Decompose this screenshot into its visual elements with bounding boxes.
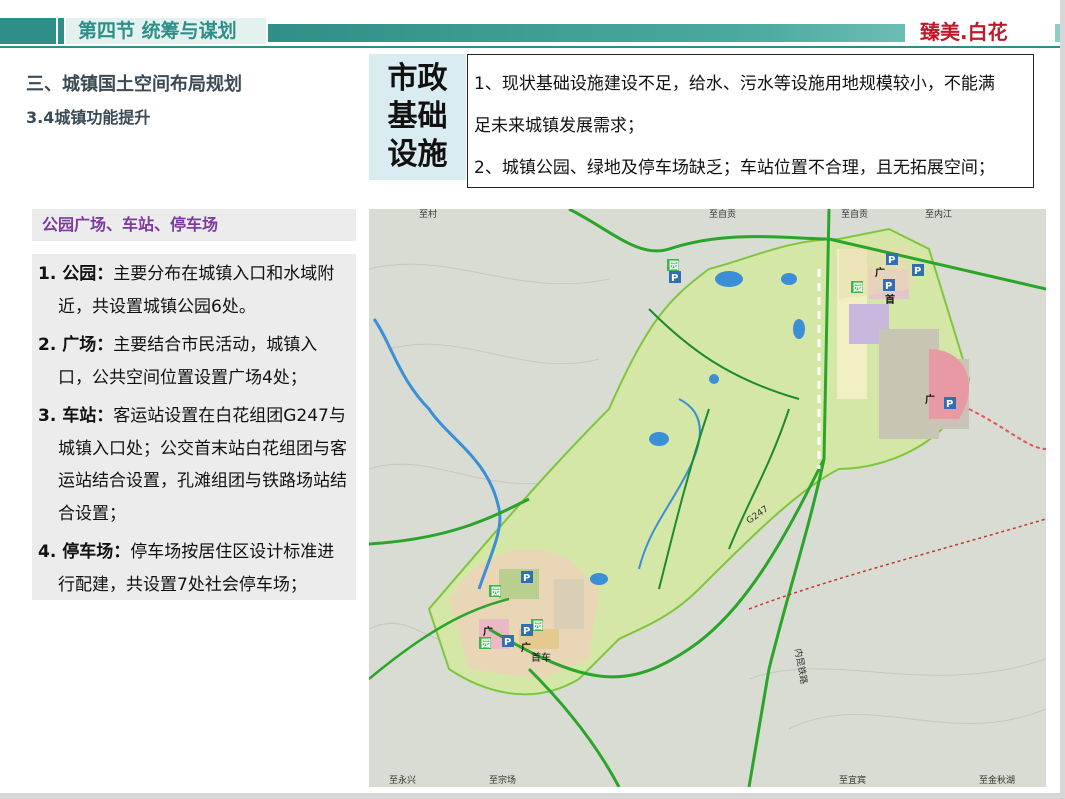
list-item-station: 3. 车站：客运站设置在白花组团G247与城镇入口处；公交首末站白花组团与客运站… bbox=[38, 400, 350, 530]
list-item-head: 1. 公园： bbox=[38, 264, 114, 284]
park-marker: 园 bbox=[851, 281, 863, 294]
plaza-marker: 广 bbox=[483, 625, 493, 638]
parking-marker: P bbox=[883, 279, 895, 292]
land-use-map: 至村 至自贡 至自贡 至内江 G247 内昆铁路 至永兴 至宗场 至宜宾 至金秋… bbox=[369, 209, 1046, 787]
infrastructure-line: 2、城镇公园、绿地及停车场缺乏；车站位置不合理，且无拓展空间； bbox=[474, 158, 995, 178]
header-divider bbox=[0, 46, 1065, 48]
parking-marker: P bbox=[912, 264, 924, 277]
right-edge-strip bbox=[1060, 0, 1065, 799]
svg-text:广: 广 bbox=[925, 393, 935, 406]
parking-marker: P bbox=[886, 253, 898, 266]
parking-marker: P bbox=[521, 571, 533, 584]
svg-text:首车: 首车 bbox=[531, 651, 551, 664]
header-accent-stripe bbox=[58, 18, 64, 44]
svg-text:园: 园 bbox=[669, 260, 679, 272]
list-item-park: 1. 公园：主要分布在城镇入口和水域附近，共设置城镇公园6处。 bbox=[38, 258, 350, 323]
plaza-marker: 广 bbox=[925, 393, 935, 406]
section-subtitle: 3.4城镇功能提升 bbox=[26, 108, 151, 127]
infrastructure-label: 市政 基础 设施 bbox=[369, 54, 466, 180]
map-label-to-yongxing: 至永兴 bbox=[389, 774, 416, 786]
plaza-marker: 广 bbox=[521, 641, 531, 654]
parking-marker: P bbox=[669, 271, 681, 284]
map-label-to-jinqiuhu: 至金秋湖 bbox=[979, 774, 1015, 786]
map-label-north-village: 至村 bbox=[419, 209, 437, 220]
svg-text:园: 园 bbox=[491, 586, 501, 598]
svg-text:P: P bbox=[523, 626, 530, 637]
map-label-to-yibin: 至宜宾 bbox=[839, 774, 866, 786]
parking-marker: P bbox=[502, 635, 514, 648]
brand-logo-text: 臻美.白花 bbox=[920, 20, 1008, 44]
terminal-marker: 首 bbox=[885, 293, 895, 306]
list-item-plaza: 2. 广场：主要结合市民活动，城镇入口，公共空间位置设置广场4处； bbox=[38, 329, 350, 394]
infrastructure-line: 足未来城镇发展需求； bbox=[474, 116, 644, 136]
svg-text:广: 广 bbox=[483, 625, 493, 638]
parking-marker: P bbox=[944, 397, 956, 410]
svg-text:园: 园 bbox=[853, 282, 863, 294]
park-marker: 园 bbox=[489, 585, 501, 598]
svg-text:园: 园 bbox=[533, 620, 543, 632]
facilities-list: 1. 公园：主要分布在城镇入口和水域附近，共设置城镇公园6处。 2. 广场：主要… bbox=[32, 254, 356, 600]
infrastructure-description: 1、现状基础设施建设不足，给水、污水等设施用地规模较小，不能满 足未来城镇发展需… bbox=[467, 54, 1034, 188]
infrastructure-label-line: 基础 bbox=[387, 99, 448, 134]
section-title: 三、城镇国土空间布局规划 bbox=[26, 74, 242, 95]
svg-text:广: 广 bbox=[521, 641, 531, 654]
map-label-to-neijiang: 至内江 bbox=[925, 209, 952, 220]
svg-text:P: P bbox=[885, 281, 892, 292]
infrastructure-line: 1、现状基础设施建设不足，给水、污水等设施用地规模较小，不能满 bbox=[474, 74, 995, 94]
map-label-to-zigong: 至自贡 bbox=[709, 209, 736, 220]
parking-marker: P bbox=[521, 624, 533, 637]
park-marker: 园 bbox=[667, 259, 679, 272]
map-label-to-zongchang: 至宗场 bbox=[489, 774, 516, 786]
panel-title: 公园广场、车站、停车场 bbox=[32, 209, 356, 241]
header-accent-block bbox=[0, 18, 56, 44]
svg-text:园: 园 bbox=[481, 638, 491, 650]
list-item-head: 3. 车站： bbox=[38, 406, 114, 426]
park-marker: 园 bbox=[479, 637, 491, 650]
svg-text:广: 广 bbox=[875, 266, 885, 279]
infrastructure-label-text: 市政 基础 设施 bbox=[369, 60, 466, 174]
infrastructure-label-line: 市政 bbox=[387, 61, 448, 96]
svg-text:P: P bbox=[671, 273, 678, 284]
svg-text:P: P bbox=[946, 399, 953, 410]
list-item-head: 4. 停车场： bbox=[38, 542, 131, 562]
map-label-to-zigong-2: 至自贡 bbox=[841, 209, 868, 220]
terminal-label: 首车 bbox=[531, 651, 551, 664]
svg-text:P: P bbox=[914, 266, 921, 277]
svg-text:P: P bbox=[504, 637, 511, 648]
infrastructure-label-line: 设施 bbox=[387, 137, 448, 172]
svg-text:首: 首 bbox=[885, 293, 895, 306]
plaza-marker: 广 bbox=[875, 266, 885, 279]
svg-text:P: P bbox=[523, 573, 530, 584]
list-item-head: 2. 广场： bbox=[38, 335, 114, 355]
bottom-edge-strip bbox=[0, 793, 1065, 799]
svg-text:P: P bbox=[888, 255, 895, 266]
list-item-parking: 4. 停车场：停车场按居住区设计标准进行配建，共设置7处社会停车场； bbox=[38, 536, 350, 601]
header-title: 第四节 统筹与谋划 bbox=[78, 20, 237, 42]
